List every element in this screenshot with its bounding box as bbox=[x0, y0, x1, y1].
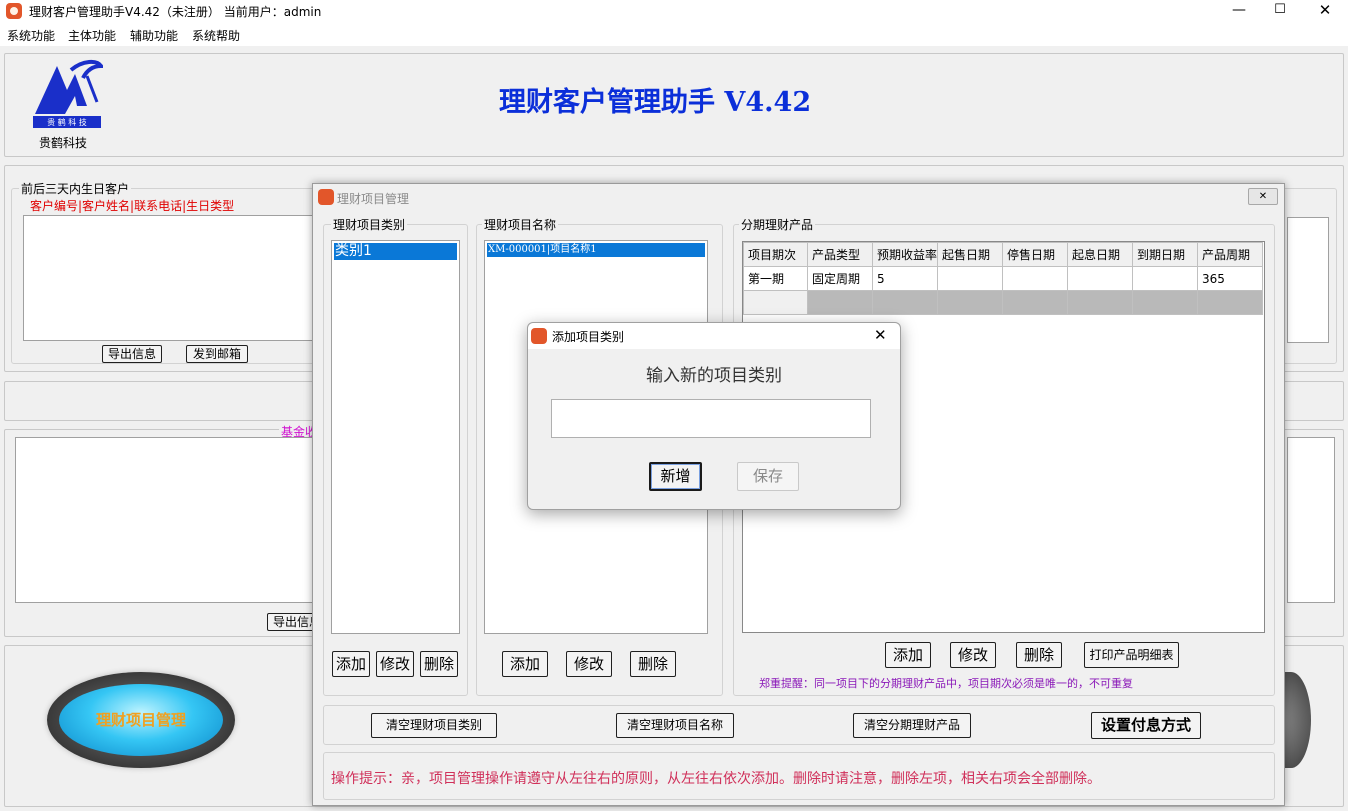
category-group-title: 理财项目类别 bbox=[331, 216, 408, 233]
clear-category-button[interactable]: 清空理财项目类别 bbox=[371, 713, 497, 738]
col-header[interactable]: 停售日期 bbox=[1002, 242, 1069, 267]
big-button-label: 理财项目管理 bbox=[95, 711, 186, 729]
cell-interest-start[interactable] bbox=[1067, 266, 1134, 291]
name-group-title: 理财项目名称 bbox=[482, 216, 559, 233]
category-item[interactable]: 类别1 bbox=[334, 243, 457, 260]
cell-type[interactable]: 固定周期 bbox=[807, 266, 873, 291]
product-edit-button[interactable]: 修改 bbox=[950, 642, 996, 668]
dialog-title: 添加项目类别 bbox=[552, 330, 625, 344]
fund-list[interactable] bbox=[15, 437, 315, 603]
dialog-new-button[interactable]: 新增 bbox=[649, 462, 702, 491]
product-group-title: 分期理财产品 bbox=[739, 216, 816, 233]
new-row[interactable] bbox=[743, 290, 1264, 315]
right-list[interactable] bbox=[1287, 217, 1329, 343]
birthday-export-button[interactable]: 导出信息 bbox=[102, 345, 162, 363]
cell-maturity[interactable] bbox=[1132, 266, 1199, 291]
name-add-button[interactable]: 添加 bbox=[502, 651, 548, 677]
category-edit-button[interactable]: 修改 bbox=[376, 651, 414, 677]
menu-help[interactable]: 系统帮助 bbox=[192, 27, 240, 44]
col-header[interactable]: 产品类型 bbox=[807, 242, 873, 267]
close-button[interactable]: ✕ bbox=[1310, 0, 1340, 22]
col-header[interactable]: 起息日期 bbox=[1067, 242, 1134, 267]
menu-system[interactable]: 系统功能 bbox=[7, 27, 55, 44]
col-header[interactable]: 产品周期 bbox=[1197, 242, 1264, 267]
project-window-title: 理财项目管理 bbox=[337, 192, 410, 206]
maximize-button[interactable]: ☐ bbox=[1265, 0, 1295, 22]
project-window-titlebar: 理财项目管理 ✕ bbox=[313, 184, 1284, 210]
app-main-title: 理财客户管理助手 V4.42 bbox=[499, 87, 812, 118]
cell-cycle[interactable]: 365 bbox=[1197, 266, 1264, 291]
clear-name-button[interactable]: 清空理财项目名称 bbox=[616, 713, 734, 738]
dialog-save-button[interactable]: 保存 bbox=[737, 462, 799, 491]
project-manage-big-button[interactable]: 理财项目管理 bbox=[47, 672, 235, 768]
col-header[interactable]: 到期日期 bbox=[1132, 242, 1199, 267]
col-header[interactable]: 预期收益率 bbox=[871, 242, 939, 267]
menu-main[interactable]: 主体功能 bbox=[68, 27, 116, 44]
product-notice: 郑重提醒：同一项目下的分期理财产品中，项目期次必须是唯一的，不可重复 bbox=[759, 677, 1133, 690]
logo-text: 贵 鹤 科 技 bbox=[47, 117, 87, 127]
menu-assist[interactable]: 辅助功能 bbox=[130, 27, 178, 44]
birthday-columns: 客户编号|客户姓名|联系电话|生日类型 bbox=[30, 199, 235, 213]
menu-bar: 系统功能 主体功能 辅助功能 系统帮助 bbox=[0, 22, 1348, 46]
category-add-button[interactable]: 添加 bbox=[332, 651, 370, 677]
name-edit-button[interactable]: 修改 bbox=[566, 651, 612, 677]
window-titlebar: 理财客户管理助手V4.42（未注册） 当前用户：admin — ☐ ✕ bbox=[0, 0, 1348, 22]
cell-sale-stop[interactable] bbox=[1002, 266, 1069, 291]
app-icon bbox=[6, 3, 22, 19]
cell-period[interactable]: 第一期 bbox=[743, 266, 808, 291]
category-list[interactable]: 类别1 bbox=[331, 240, 460, 634]
product-add-button[interactable]: 添加 bbox=[885, 642, 931, 668]
header-panel: 贵 鹤 科 技 贵鹤科技 理财客户管理助手 V4.42 bbox=[4, 53, 1344, 157]
category-input[interactable] bbox=[551, 399, 871, 438]
set-payment-button[interactable]: 设置付息方式 bbox=[1091, 712, 1201, 739]
cell-sale-start[interactable] bbox=[937, 266, 1004, 291]
clear-product-button[interactable]: 清空分期理财产品 bbox=[853, 713, 971, 738]
window-title: 理财客户管理助手V4.42（未注册） 当前用户：admin bbox=[29, 5, 322, 19]
project-window-close-button[interactable]: ✕ bbox=[1248, 188, 1278, 205]
birthday-email-button[interactable]: 发到邮箱 bbox=[186, 345, 248, 363]
operation-tip: 操作提示：亲，项目管理操作请遵守从左往右的原则，从左往右依次添加。删除时请注意，… bbox=[331, 771, 1101, 787]
print-product-button[interactable]: 打印产品明细表 bbox=[1084, 642, 1179, 668]
name-delete-button[interactable]: 删除 bbox=[630, 651, 676, 677]
birthday-title: 前后三天内生日客户 bbox=[19, 180, 132, 197]
project-window-icon bbox=[318, 189, 334, 205]
category-delete-button[interactable]: 删除 bbox=[420, 651, 458, 677]
cell-yield[interactable]: 5 bbox=[871, 266, 939, 291]
dialog-close-button[interactable]: ✕ bbox=[874, 326, 887, 344]
table-row[interactable]: 第一期 固定周期 5 365 bbox=[743, 266, 1264, 291]
name-item[interactable]: XM-000001|项目名称1 bbox=[487, 243, 705, 257]
dialog-icon bbox=[531, 328, 547, 344]
product-table-header: 项目期次 产品类型 预期收益率 起售日期 停售日期 起息日期 到期日期 产品周期 bbox=[743, 242, 1264, 267]
dialog-prompt: 输入新的项目类别 bbox=[646, 366, 782, 386]
company-logo: 贵 鹤 科 技 bbox=[31, 56, 105, 128]
product-delete-button[interactable]: 删除 bbox=[1016, 642, 1062, 668]
fund-right-list[interactable] bbox=[1287, 437, 1335, 603]
add-category-dialog: 添加项目类别 ✕ 输入新的项目类别 新增 保存 bbox=[527, 322, 901, 510]
dialog-titlebar: 添加项目类别 ✕ bbox=[528, 323, 900, 349]
company-name: 贵鹤科技 bbox=[39, 136, 88, 150]
product-table: 项目期次 产品类型 预期收益率 起售日期 停售日期 起息日期 到期日期 产品周期… bbox=[743, 242, 1264, 315]
col-header[interactable]: 项目期次 bbox=[743, 242, 808, 267]
col-header[interactable]: 起售日期 bbox=[937, 242, 1004, 267]
minimize-button[interactable]: — bbox=[1224, 0, 1254, 22]
birthday-list[interactable] bbox=[23, 215, 323, 341]
